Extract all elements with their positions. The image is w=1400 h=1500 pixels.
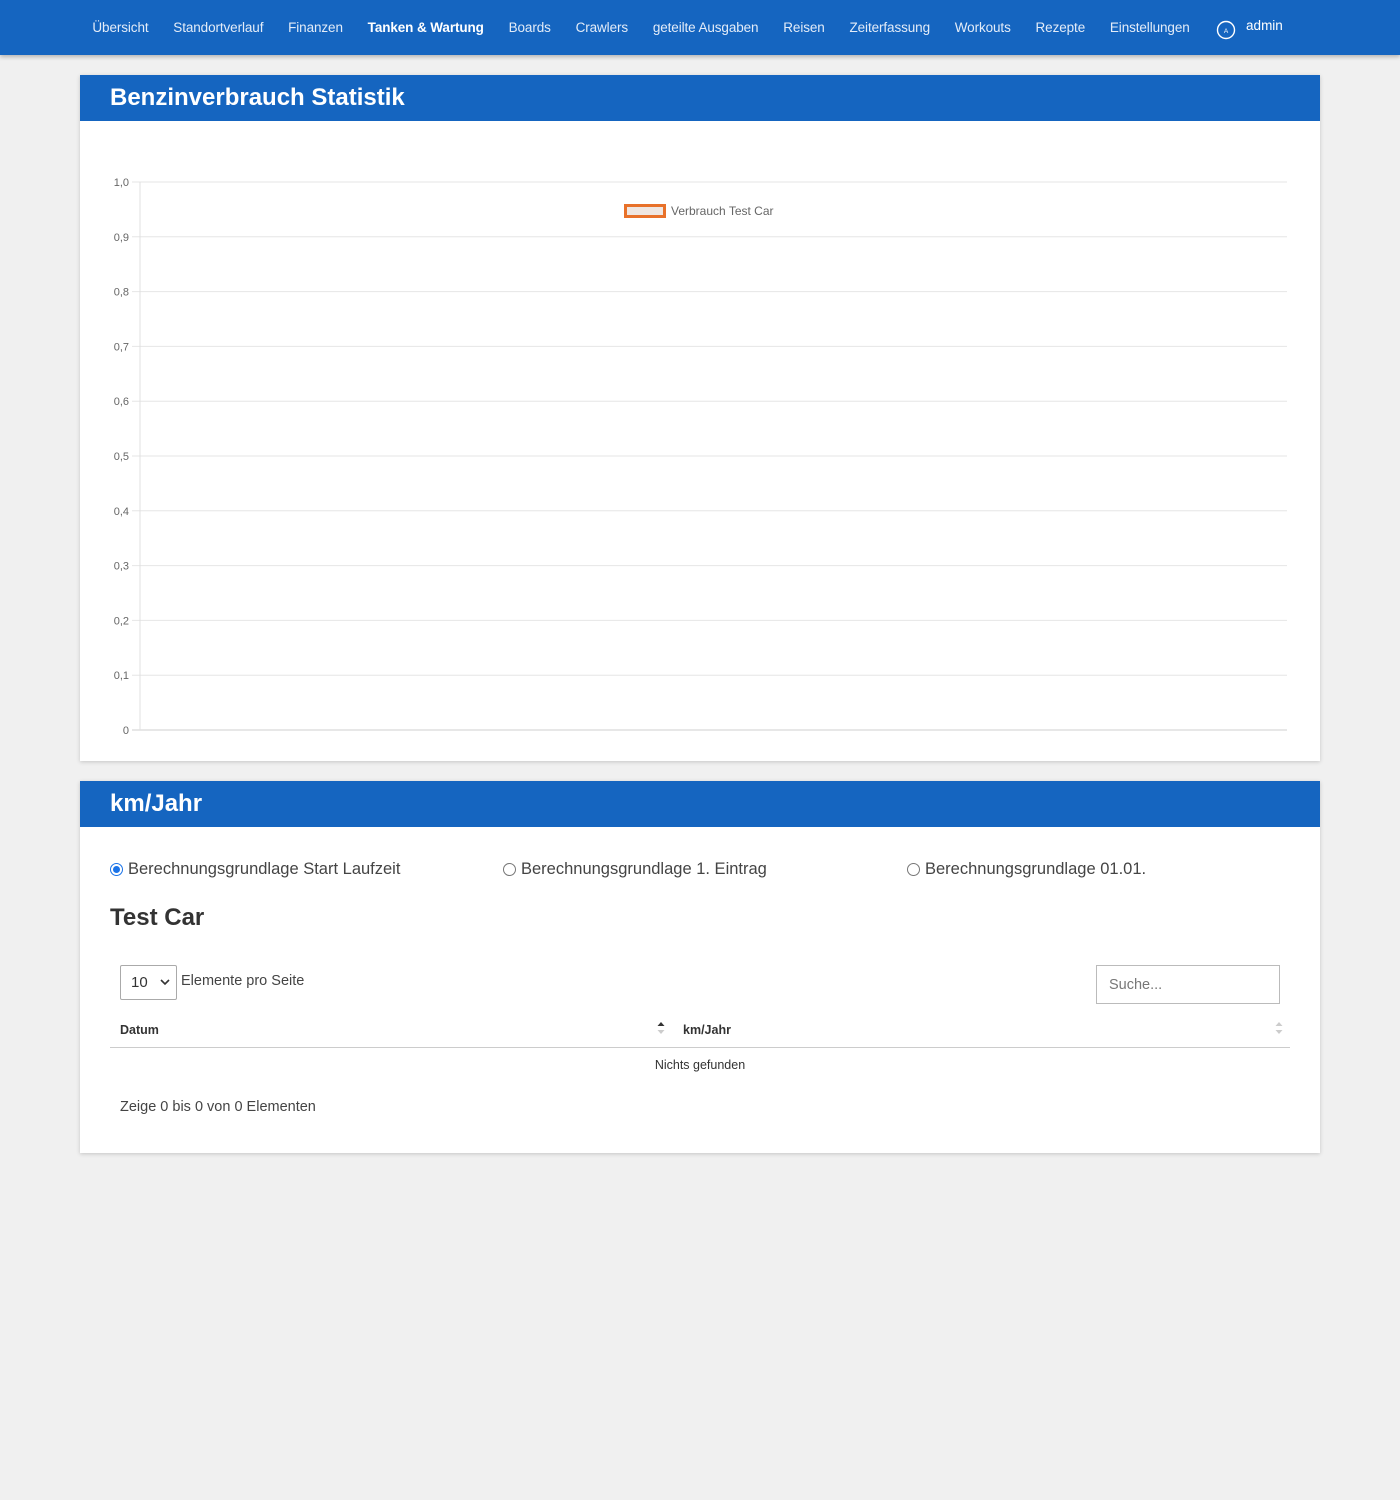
- nav-item-boards[interactable]: Boards: [496, 20, 563, 35]
- svg-text:A: A: [1224, 28, 1229, 35]
- legend-label: Verbrauch Test Car: [671, 204, 774, 218]
- nav-item-einstellungen[interactable]: Einstellungen: [1098, 20, 1203, 35]
- chart-area: 0 0,1 0,2 0,3 0,4 0,5 0,6 0,7 0,8 0,9 1,0 Verbrauc…: [80, 121, 1320, 761]
- chevron-down-icon: [160, 979, 170, 986]
- y-tick-label: 1,0: [114, 177, 129, 189]
- page-length-value: 10: [131, 974, 148, 991]
- page-length-select[interactable]: 10: [120, 965, 177, 1000]
- column-header-km-jahr[interactable]: km/Jahr: [683, 1023, 731, 1037]
- user-name: admin: [1246, 18, 1283, 33]
- nav-item-uebersicht[interactable]: Übersicht: [80, 20, 161, 35]
- y-tick-label: 0,6: [114, 396, 129, 408]
- nav-item-rezepte[interactable]: Rezepte: [1023, 20, 1097, 35]
- radio-label: Berechnungsgrundlage 01.01.: [925, 860, 1147, 878]
- sort-icon[interactable]: [657, 1019, 665, 1037]
- y-tick-label: 0,5: [114, 451, 129, 463]
- sort-icon[interactable]: [1275, 1019, 1283, 1037]
- y-tick-label: 0,9: [114, 232, 129, 244]
- y-tick-label: 0,7: [114, 341, 129, 353]
- calculation-basis-radio-group: Berechnungsgrundlage Start Laufzeit Bere…: [110, 860, 1290, 884]
- km-card-title: km/Jahr: [80, 781, 1320, 827]
- stats-card: Benzinverbrauch Statistik 0 0,1 0,2 0,3 0,4 0…: [80, 75, 1320, 761]
- table-header: Datum km/Jahr: [110, 1017, 1290, 1048]
- nav-item-finanzen[interactable]: Finanzen: [276, 20, 356, 35]
- y-tick-label: 0,3: [114, 561, 129, 573]
- nav-item-tanken-wartung[interactable]: Tanken & Wartung: [355, 20, 496, 35]
- radio-label: Berechnungsgrundlage 1. Eintrag: [521, 860, 767, 878]
- search-input[interactable]: [1096, 965, 1280, 1004]
- radio-button[interactable]: [907, 863, 920, 876]
- nav-item-standortverlauf[interactable]: Standortverlauf: [161, 20, 276, 35]
- nav-item-workouts[interactable]: Workouts: [942, 20, 1023, 35]
- radio-start-laufzeit[interactable]: Berechnungsgrundlage Start Laufzeit: [110, 860, 400, 879]
- table-empty-message: Nichts gefunden: [654, 1058, 746, 1072]
- y-tick-label: 0,2: [114, 615, 129, 627]
- top-navbar: Übersicht Standortverlauf Finanzen Tanke…: [0, 0, 1400, 55]
- radio-erster-eintrag[interactable]: Berechnungsgrundlage 1. Eintrag: [503, 860, 767, 879]
- y-tick-label: 0,1: [114, 670, 129, 682]
- radio-button[interactable]: [503, 863, 516, 876]
- y-tick-label: 0,4: [114, 506, 129, 518]
- radio-jahresanfang[interactable]: Berechnungsgrundlage 01.01.: [907, 860, 1146, 879]
- nav-item-crawlers[interactable]: Crawlers: [563, 20, 640, 35]
- user-menu[interactable]: A admin: [1202, 16, 1283, 40]
- page-length-label: Elemente pro Seite: [181, 973, 305, 989]
- user-circle-icon: A: [1216, 20, 1236, 39]
- radio-button[interactable]: [110, 863, 123, 876]
- radio-label: Berechnungsgrundlage Start Laufzeit: [128, 860, 401, 878]
- nav-list: Übersicht Standortverlauf Finanzen Tanke…: [80, 0, 1283, 55]
- nav-item-reisen[interactable]: Reisen: [771, 20, 837, 35]
- km-per-year-card: km/Jahr Berechnungsgrundlage Start Laufz…: [80, 781, 1320, 1153]
- chart-legend[interactable]: Verbrauch Test Car: [624, 204, 774, 218]
- stats-card-title: Benzinverbrauch Statistik: [80, 75, 1320, 121]
- nav-item-geteilte-ausgaben[interactable]: geteilte Ausgaben: [640, 20, 770, 35]
- y-tick-label: 0,8: [114, 287, 129, 299]
- table-info: Zeige 0 bis 0 von 0 Elementen: [120, 1099, 316, 1115]
- legend-swatch: [624, 204, 666, 218]
- nav-item-zeiterfassung[interactable]: Zeiterfassung: [837, 20, 942, 35]
- car-title: Test Car: [110, 904, 205, 931]
- column-header-datum[interactable]: Datum: [120, 1023, 159, 1037]
- y-tick-label: 0: [123, 725, 129, 737]
